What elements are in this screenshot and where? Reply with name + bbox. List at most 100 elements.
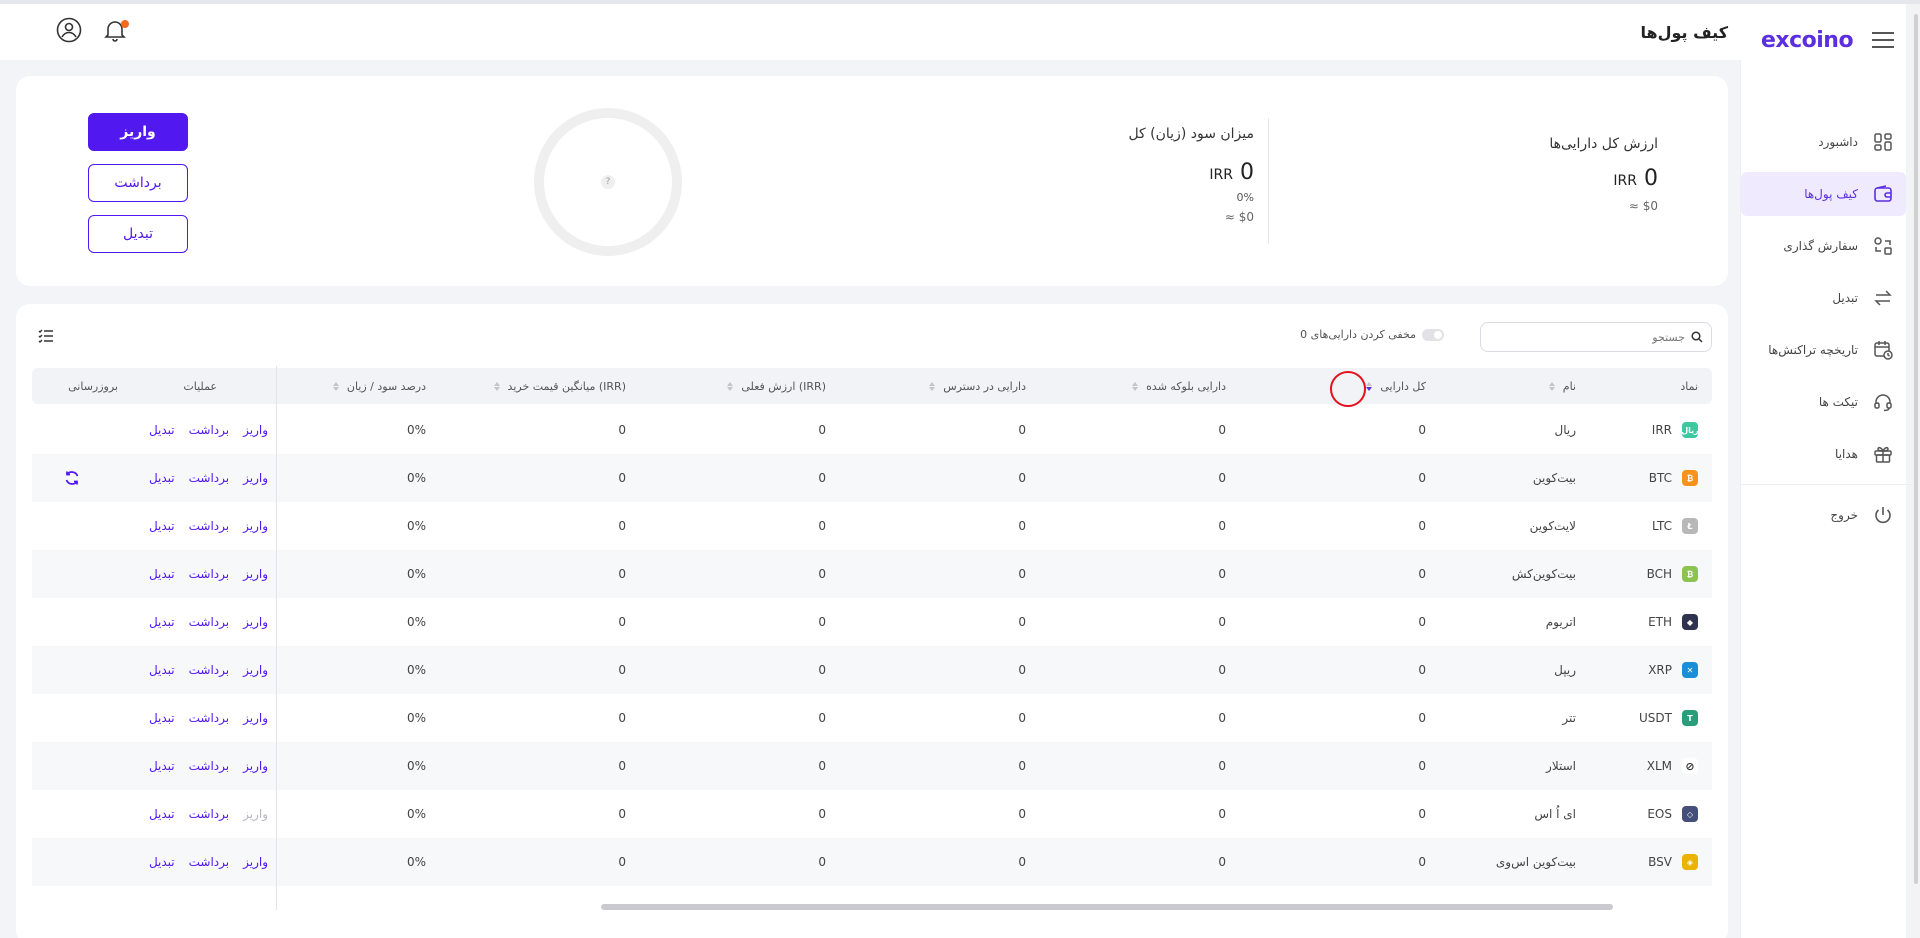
coin-symbol: USDT — [1639, 711, 1672, 725]
sort-icon[interactable] — [1132, 381, 1139, 391]
total-assets-unit: IRR — [1613, 173, 1637, 189]
total-balance: 0 — [1418, 615, 1426, 629]
row-withdraw-link[interactable]: برداشت — [189, 471, 229, 485]
convert-button[interactable]: تبدیل — [88, 215, 188, 253]
sidebar-item-wallets[interactable]: کیف پول‌ها — [1741, 172, 1906, 216]
coin-cell: ₿ BTC — [1649, 454, 1698, 502]
row-convert-link[interactable]: تبدیل — [149, 711, 175, 725]
search-input[interactable] — [1495, 330, 1685, 344]
row-deposit-link[interactable]: واریز — [243, 711, 268, 725]
sidebar-item-gifts[interactable]: هدایا — [1741, 432, 1906, 476]
row-convert-link[interactable]: تبدیل — [149, 615, 175, 629]
sort-icon[interactable] — [1366, 381, 1373, 391]
row-deposit-link[interactable]: واریز — [243, 663, 268, 677]
withdraw-button[interactable]: برداشت — [88, 164, 188, 202]
row-withdraw-link[interactable]: برداشت — [189, 423, 229, 437]
horizontal-scrollbar[interactable] — [601, 904, 1613, 910]
row-deposit-link[interactable]: واریز — [243, 615, 268, 629]
sidebar-item-dashboard[interactable]: داشبورد — [1741, 120, 1906, 164]
sort-icon[interactable] — [1548, 381, 1555, 391]
sidebar-item-label: خروج — [1830, 508, 1858, 522]
header-actions — [56, 17, 129, 47]
row-withdraw-link[interactable]: برداشت — [189, 759, 229, 773]
gift-icon — [1872, 443, 1894, 465]
pnl-percent: 0% — [406, 807, 426, 821]
sort-icon[interactable] — [727, 381, 734, 391]
brand-logo[interactable]: excoino — [1761, 28, 1854, 53]
row-convert-link[interactable]: تبدیل — [149, 423, 175, 437]
col-pnl-pct[interactable]: درصد سود / زیان — [332, 368, 426, 404]
donut-help-icon[interactable]: ? — [601, 175, 615, 189]
row-withdraw-link[interactable]: برداشت — [189, 519, 229, 533]
vertical-scrollbar[interactable] — [1912, 4, 1920, 938]
sidebar-item-history[interactable]: تاریخچه تراکنش‌ها — [1741, 328, 1906, 372]
col-available[interactable]: دارایی در دسترس — [929, 368, 1026, 404]
row-withdraw-link[interactable]: برداشت — [189, 615, 229, 629]
row-convert-link[interactable]: تبدیل — [149, 471, 175, 485]
col-update: بروزرسانی — [68, 368, 118, 404]
sidebar-item-tickets[interactable]: تیکت ها — [1741, 380, 1906, 424]
total-assets-usd: ≈ $0 — [1628, 199, 1658, 213]
avg-buy-price: 0 — [618, 471, 626, 485]
sidebar-item-orders[interactable]: سفارش گذاری — [1741, 224, 1906, 268]
search-box[interactable] — [1480, 322, 1712, 352]
available-balance: 0 — [1018, 759, 1026, 773]
coin-name: بیت‌کوین — [1532, 471, 1576, 485]
row-convert-link[interactable]: تبدیل — [149, 567, 175, 581]
sidebar-item-logout[interactable]: خروج — [1741, 493, 1906, 537]
col-name-label: نام — [1562, 379, 1576, 393]
row-deposit-link[interactable]: واریز — [243, 855, 268, 869]
total-assets-number: 0 — [1644, 166, 1658, 191]
blocked-balance: 0 — [1218, 663, 1226, 677]
summary-divider — [1268, 118, 1269, 244]
col-blocked-label: دارایی بلوکه شده — [1146, 379, 1226, 393]
notification-bell-icon[interactable] — [104, 18, 129, 46]
refresh-icon[interactable] — [64, 454, 80, 502]
sort-icon[interactable] — [332, 381, 339, 391]
row-deposit-link[interactable]: واریز — [243, 423, 268, 437]
coin-name: ریپل — [1554, 663, 1576, 677]
available-balance: 0 — [1018, 663, 1026, 677]
col-total-label: کل دارایی — [1380, 379, 1426, 393]
row-withdraw-link[interactable]: برداشت — [189, 855, 229, 869]
pnl-percent: 0% — [406, 567, 426, 581]
sort-icon[interactable] — [929, 381, 936, 391]
row-convert-link[interactable]: تبدیل — [149, 663, 175, 677]
row-deposit-link[interactable]: واریز — [243, 471, 268, 485]
column-settings-icon[interactable] — [38, 328, 54, 347]
sort-icon[interactable] — [493, 381, 500, 391]
menu-icon[interactable] — [1872, 32, 1894, 48]
row-withdraw-link[interactable]: برداشت — [189, 663, 229, 677]
row-actions: واریز برداشت تبدیل — [149, 406, 268, 454]
col-pnl-pct-label: درصد سود / زیان — [346, 379, 426, 393]
row-withdraw-link[interactable]: برداشت — [189, 567, 229, 581]
total-balance: 0 — [1418, 423, 1426, 437]
col-blocked[interactable]: دارایی بلوکه شده — [1132, 368, 1226, 404]
col-avg-price[interactable]: میانگین قیمت خرید (IRR) — [493, 368, 626, 404]
wallet-summary-card: ارزش کل دارایی‌ها IRR 0 ≈ $0 میزان سود (… — [16, 76, 1728, 286]
blocked-balance: 0 — [1218, 423, 1226, 437]
available-balance: 0 — [1018, 519, 1026, 533]
col-name[interactable]: نام — [1548, 368, 1576, 404]
avg-buy-price: 0 — [618, 711, 626, 725]
sidebar-item-label: تاریخچه تراکنش‌ها — [1768, 343, 1858, 357]
total-balance: 0 — [1418, 807, 1426, 821]
sidebar-item-convert[interactable]: تبدیل — [1741, 276, 1906, 320]
hide-zero-assets[interactable]: مخفی کردن دارایی‌های 0 — [1300, 328, 1444, 341]
row-convert-link[interactable]: تبدیل — [149, 855, 175, 869]
deposit-button[interactable]: واریز — [88, 113, 188, 151]
row-convert-link[interactable]: تبدیل — [149, 759, 175, 773]
row-deposit-link[interactable]: واریز — [243, 519, 268, 533]
user-icon[interactable] — [56, 17, 82, 47]
row-convert-link[interactable]: تبدیل — [149, 807, 175, 821]
hide-zero-toggle[interactable] — [1422, 328, 1444, 341]
available-balance: 0 — [1018, 807, 1026, 821]
total-profit-unit: IRR — [1209, 167, 1233, 183]
row-deposit-link[interactable]: واریز — [243, 759, 268, 773]
row-convert-link[interactable]: تبدیل — [149, 519, 175, 533]
row-withdraw-link[interactable]: برداشت — [189, 711, 229, 725]
row-withdraw-link[interactable]: برداشت — [189, 807, 229, 821]
col-total[interactable]: کل دارایی — [1366, 368, 1426, 404]
col-value[interactable]: ارزش فعلی (IRR) — [727, 368, 826, 404]
row-deposit-link[interactable]: واریز — [243, 567, 268, 581]
